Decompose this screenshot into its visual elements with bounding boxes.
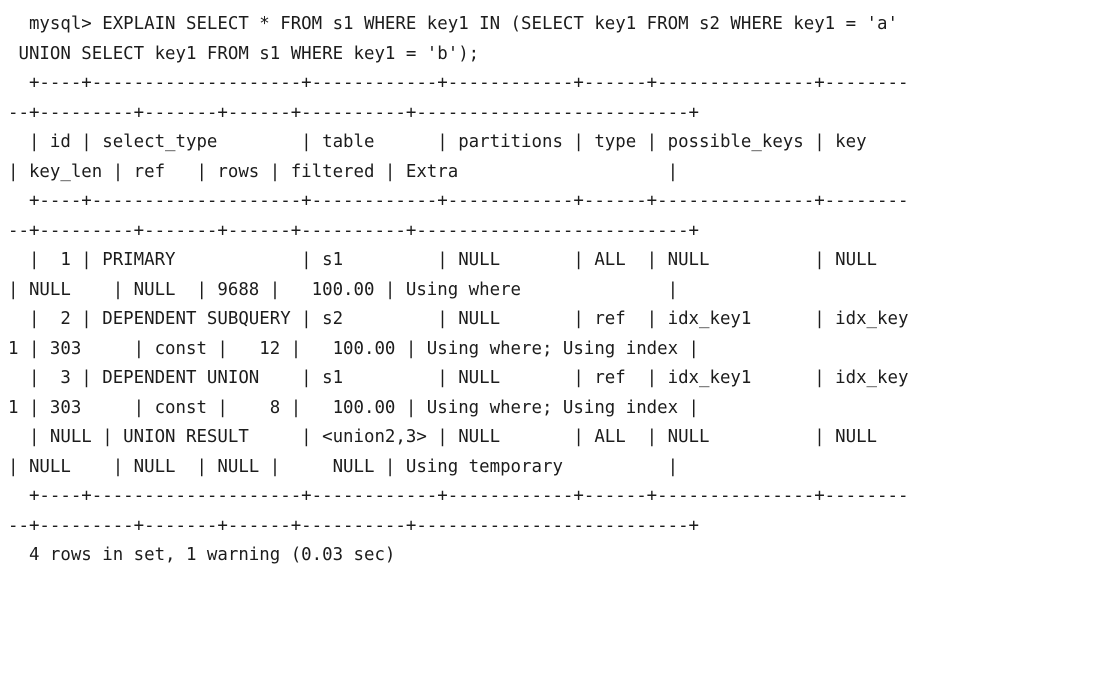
table-header-part-1: | id | select_type | table | partitions …: [8, 132, 867, 152]
table-top-border-part-2: --+---------+-------+------+----------+-…: [8, 102, 700, 123]
table-header-part-2: | key_len | ref | rows | filtered | Extr…: [8, 161, 679, 182]
query-prompt-line-2: UNION SELECT key1 FROM s1 WHERE key1 = '…: [8, 43, 480, 64]
table-bottom-border-part-2: --+---------+-------+------+----------+-…: [8, 515, 700, 536]
table-bottom-border-part-1: +----+--------------------+------------+…: [8, 486, 909, 506]
query-prompt-line-1: mysql> EXPLAIN SELECT * FROM s1 WHERE ke…: [8, 14, 898, 34]
table-row-3-part-1: | 3 | DEPENDENT UNION | s1 | NULL | ref …: [8, 368, 909, 388]
table-header-border-part-2: --+---------+-------+------+----------+-…: [8, 220, 700, 241]
table-row-1-part-1: | 1 | PRIMARY | s1 | NULL | ALL | NULL |…: [8, 250, 878, 270]
table-row-2-part-1: | 2 | DEPENDENT SUBQUERY | s2 | NULL | r…: [8, 309, 909, 329]
table-row-3-part-2: 1 | 303 | const | 8 | 100.00 | Using whe…: [8, 397, 700, 418]
table-row-4-part-2: | NULL | NULL | NULL | NULL | Using temp…: [8, 456, 679, 477]
table-top-border-part-1: +----+--------------------+------------+…: [8, 73, 909, 93]
result-status-line: 4 rows in set, 1 warning (0.03 sec): [8, 545, 396, 565]
table-row-1-part-2: | NULL | NULL | 9688 | 100.00 | Using wh…: [8, 279, 679, 300]
table-row-4-part-1: | NULL | UNION RESULT | <union2,3> | NUL…: [8, 427, 878, 447]
terminal-output-pane[interactable]: mysql> EXPLAIN SELECT * FROM s1 WHERE ke…: [0, 0, 1114, 692]
table-row-2-part-2: 1 | 303 | const | 12 | 100.00 | Using wh…: [8, 338, 700, 359]
table-header-border-part-1: +----+--------------------+------------+…: [8, 191, 909, 211]
